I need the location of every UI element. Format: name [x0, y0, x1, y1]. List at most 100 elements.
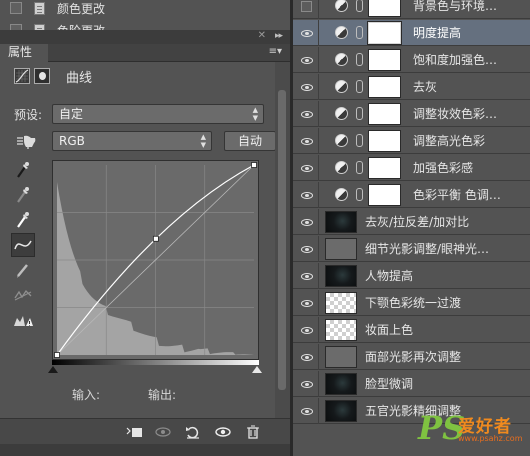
chain-link-icon[interactable] [356, 161, 363, 174]
layer-thumbnail[interactable] [325, 265, 357, 287]
layer-visibility-toggle[interactable] [295, 74, 319, 100]
layer-mask-thumbnail[interactable] [368, 103, 401, 125]
chain-link-icon[interactable] [356, 107, 363, 120]
layer-row[interactable]: 妆面上色 [293, 317, 530, 343]
view-previous-icon[interactable] [154, 424, 172, 440]
layer-row[interactable]: 色彩平衡 色调… [293, 182, 530, 208]
curve-control-point[interactable] [54, 352, 60, 358]
curve-control-point[interactable] [251, 162, 257, 168]
black-point-slider[interactable] [48, 366, 58, 373]
preset-select[interactable]: 自定 ▲ ▼ [52, 104, 264, 124]
auto-button[interactable]: 自动 [224, 131, 276, 151]
layer-row[interactable]: 明度提高 [293, 20, 530, 46]
visibility-icon[interactable] [214, 424, 232, 440]
edit-points-icon[interactable] [11, 233, 35, 257]
adjustment-layer-icon[interactable] [335, 0, 348, 12]
chain-link-icon[interactable] [356, 188, 363, 201]
layer-mask-thumbnail[interactable] [368, 130, 401, 152]
collapse-arrows-icon[interactable]: ▸▸ [275, 31, 283, 41]
layer-visibility-toggle[interactable] [295, 128, 319, 154]
layer-row[interactable]: 饱和度加强色… [293, 47, 530, 73]
adjustment-layer-icon[interactable] [335, 107, 348, 120]
history-item[interactable]: 色阶更改 [0, 20, 275, 30]
curve-graph-svg[interactable] [53, 161, 258, 359]
layer-visibility-toggle[interactable] [295, 398, 319, 424]
panel-collapse-bar[interactable]: ✕ ▸▸ [0, 30, 290, 44]
layer-visibility-toggle[interactable] [295, 101, 319, 127]
layer-thumbnail[interactable] [325, 319, 357, 341]
layer-mask-thumbnail[interactable] [368, 157, 401, 179]
layer-row[interactable]: 去灰 [293, 74, 530, 100]
layer-thumbnail[interactable] [325, 292, 357, 314]
properties-scrollbar[interactable] [275, 62, 290, 418]
layer-visibility-toggle[interactable] [295, 236, 319, 262]
adjustment-layer-icon[interactable] [335, 80, 348, 93]
close-panel-icon[interactable]: ✕ [258, 30, 266, 41]
layer-thumbnail[interactable] [325, 238, 357, 260]
layer-thumbnail[interactable] [325, 373, 357, 395]
white-point-eyedropper-icon[interactable] [11, 208, 35, 232]
layer-mask-thumbnail[interactable] [368, 49, 401, 71]
layer-row[interactable]: 细节光影调整/眼神光… [293, 236, 530, 262]
history-checkbox[interactable] [10, 2, 22, 14]
layer-row[interactable]: 调整妆效色彩… [293, 101, 530, 127]
layer-mask-thumbnail[interactable] [368, 0, 401, 17]
eye-icon [300, 326, 313, 334]
layer-mask-thumbnail[interactable] [368, 184, 401, 206]
smooth-icon[interactable] [11, 283, 35, 307]
layer-visibility-toggle[interactable] [295, 317, 319, 343]
history-item[interactable]: 颜色更改 [0, 0, 275, 18]
pencil-draw-icon[interactable] [11, 258, 35, 282]
layer-visibility-toggle[interactable] [295, 344, 319, 370]
chain-link-icon[interactable] [356, 0, 363, 12]
panel-menu-icon[interactable]: ≡▾ [269, 46, 282, 57]
channel-select[interactable]: RGB ▲ ▼ [52, 131, 212, 151]
reset-icon[interactable] [184, 424, 202, 440]
black-point-eyedropper-icon[interactable] [11, 158, 35, 182]
adjustment-layer-icon[interactable] [335, 53, 348, 66]
clip-to-layer-icon[interactable] [126, 424, 144, 440]
layer-name: 脸型微调 [365, 377, 414, 391]
adjustment-layer-icon[interactable] [335, 188, 348, 201]
delete-icon[interactable] [244, 424, 262, 440]
adjustment-layer-icon[interactable] [335, 26, 348, 39]
chain-link-icon[interactable] [356, 134, 363, 147]
layer-row[interactable]: 人物提高 [293, 263, 530, 289]
layer-visibility-toggle[interactable] [295, 0, 319, 19]
layer-row[interactable]: 调整高光色彩 [293, 128, 530, 154]
layer-row[interactable]: 脸型微调 [293, 371, 530, 397]
curve-graph[interactable] [52, 160, 259, 360]
scrollbar-thumb[interactable] [278, 90, 286, 390]
adjustment-layer-icon[interactable] [335, 161, 348, 174]
chain-link-icon[interactable] [356, 53, 363, 66]
clipping-warning-icon[interactable] [11, 308, 35, 332]
layer-visibility-toggle[interactable] [295, 155, 319, 181]
tab-properties[interactable]: 属性 [0, 44, 48, 62]
curve-control-point[interactable] [152, 235, 159, 242]
layer-row[interactable]: 背景色与环境… [293, 0, 530, 19]
layer-row[interactable]: 加强色彩感 [293, 155, 530, 181]
layer-visibility-toggle[interactable] [295, 290, 319, 316]
chain-link-icon[interactable] [356, 80, 363, 93]
adjustment-layer-icon[interactable] [335, 134, 348, 147]
layer-thumbnail[interactable] [325, 400, 357, 422]
layer-visibility-toggle[interactable] [295, 209, 319, 235]
on-image-adjust-icon[interactable] [14, 132, 38, 150]
eye-icon [300, 164, 313, 172]
layer-row[interactable]: 下颚色彩统一过渡 [293, 290, 530, 316]
layer-visibility-toggle[interactable] [295, 47, 319, 73]
gray-point-eyedropper-icon[interactable] [11, 183, 35, 207]
white-point-slider[interactable] [252, 366, 262, 373]
layer-visibility-toggle[interactable] [295, 182, 319, 208]
layer-visibility-toggle[interactable] [295, 263, 319, 289]
layer-row[interactable]: 去灰/拉反差/加对比 [293, 209, 530, 235]
layer-mask-icon[interactable] [34, 68, 50, 84]
layer-thumbnail[interactable] [325, 346, 357, 368]
layer-row[interactable]: 面部光影再次调整 [293, 344, 530, 370]
layer-visibility-toggle[interactable] [295, 20, 319, 46]
layer-mask-thumbnail[interactable] [368, 76, 401, 98]
layer-visibility-toggle[interactable] [295, 371, 319, 397]
layer-thumbnail[interactable] [325, 211, 357, 233]
chain-link-icon[interactable] [356, 26, 363, 39]
layer-mask-thumbnail[interactable] [367, 21, 402, 45]
